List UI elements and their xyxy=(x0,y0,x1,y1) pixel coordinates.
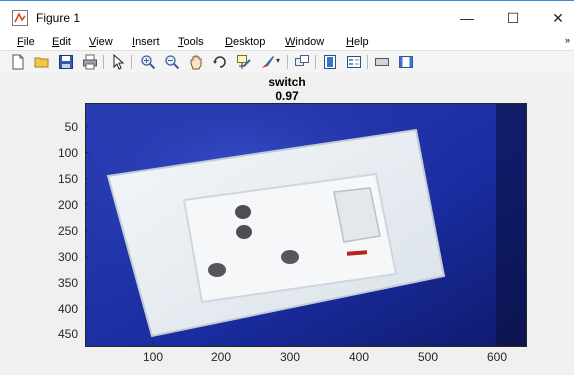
window-titlebar: Figure 1 — ☐ ✕ xyxy=(0,0,574,33)
displayed-image xyxy=(85,103,527,347)
x-tick-label: 100 xyxy=(142,350,164,364)
menu-file[interactable]: File xyxy=(17,36,35,48)
x-tick-mark xyxy=(153,342,154,346)
y-tick-mark xyxy=(85,333,89,334)
y-tick-label: 250 xyxy=(57,224,78,238)
x-tick-label: 600 xyxy=(486,350,508,364)
toolbar-separator xyxy=(103,55,104,69)
x-tick-label: 300 xyxy=(279,350,301,364)
toolbar-separator xyxy=(287,55,288,69)
window-title: Figure 1 xyxy=(36,11,81,25)
print-icon[interactable] xyxy=(82,54,98,70)
legend-icon[interactable] xyxy=(346,54,362,70)
x-tick-mark xyxy=(428,342,429,346)
close-button[interactable]: ✕ xyxy=(546,8,570,28)
minimize-button[interactable]: — xyxy=(455,8,479,28)
x-tick-mark xyxy=(359,342,360,346)
x-tick-mark xyxy=(290,342,291,346)
y-tick-mark xyxy=(85,308,89,309)
brush-dropdown-icon[interactable]: ▾ xyxy=(276,56,280,65)
y-tick-label: 150 xyxy=(57,172,78,186)
hide-plot-tools-icon[interactable] xyxy=(374,54,390,70)
y-tick-mark xyxy=(85,152,89,153)
x-tick-label: 200 xyxy=(210,350,232,364)
zoom-in-icon[interactable] xyxy=(140,54,156,70)
colorbar-icon[interactable] xyxy=(322,54,338,70)
axes-title-line1: switch xyxy=(268,75,306,89)
menu-insert[interactable]: Insert xyxy=(132,36,160,48)
y-tick-label: 350 xyxy=(57,276,78,290)
figure-toolbar: ▾ xyxy=(0,50,574,74)
pan-icon[interactable] xyxy=(188,54,204,70)
brush-icon[interactable] xyxy=(260,54,276,70)
y-tick-label: 200 xyxy=(57,198,78,212)
y-tick-mark xyxy=(85,204,89,205)
x-tick-label: 500 xyxy=(417,350,439,364)
rotate-3d-icon[interactable] xyxy=(212,54,228,70)
open-file-icon[interactable] xyxy=(34,54,50,70)
toolbar-separator xyxy=(315,55,316,69)
y-tick-label: 100 xyxy=(57,146,78,160)
y-tick-mark xyxy=(85,230,89,231)
x-tick-mark xyxy=(497,342,498,346)
data-cursor-icon[interactable] xyxy=(236,54,252,70)
menu-help[interactable]: Help xyxy=(346,36,369,48)
matlab-figure-icon xyxy=(12,10,28,26)
menu-window[interactable]: Window xyxy=(285,36,324,48)
y-tick-label: 400 xyxy=(57,302,78,316)
menu-bar: File Edit View Insert Tools Desktop Wind… xyxy=(0,33,574,50)
toolbar-separator xyxy=(367,55,368,69)
menu-overflow-icon[interactable]: » xyxy=(565,35,570,45)
x-tick-mark xyxy=(221,342,222,346)
menu-edit[interactable]: Edit xyxy=(52,36,71,48)
menu-view[interactable]: View xyxy=(89,36,113,48)
new-figure-icon[interactable] xyxy=(10,54,26,70)
maximize-button[interactable]: ☐ xyxy=(501,8,525,28)
y-tick-mark xyxy=(85,126,89,127)
y-tick-label: 50 xyxy=(64,120,78,134)
socket-photo xyxy=(86,104,526,346)
axes-title-line2: 0.97 xyxy=(275,89,299,103)
x-tick-label: 400 xyxy=(348,350,370,364)
menu-desktop[interactable]: Desktop xyxy=(225,36,265,48)
y-tick-label: 300 xyxy=(57,250,78,264)
toolbar-separator xyxy=(131,55,132,69)
link-plot-icon[interactable] xyxy=(294,54,310,70)
y-tick-mark xyxy=(85,178,89,179)
menu-tools[interactable]: Tools xyxy=(178,36,204,48)
show-plot-tools-icon[interactable] xyxy=(398,54,414,70)
save-icon[interactable] xyxy=(58,54,74,70)
pointer-icon[interactable] xyxy=(110,54,126,70)
y-tick-mark xyxy=(85,282,89,283)
y-tick-label: 450 xyxy=(57,327,78,341)
zoom-out-icon[interactable] xyxy=(164,54,180,70)
y-tick-mark xyxy=(85,256,89,257)
